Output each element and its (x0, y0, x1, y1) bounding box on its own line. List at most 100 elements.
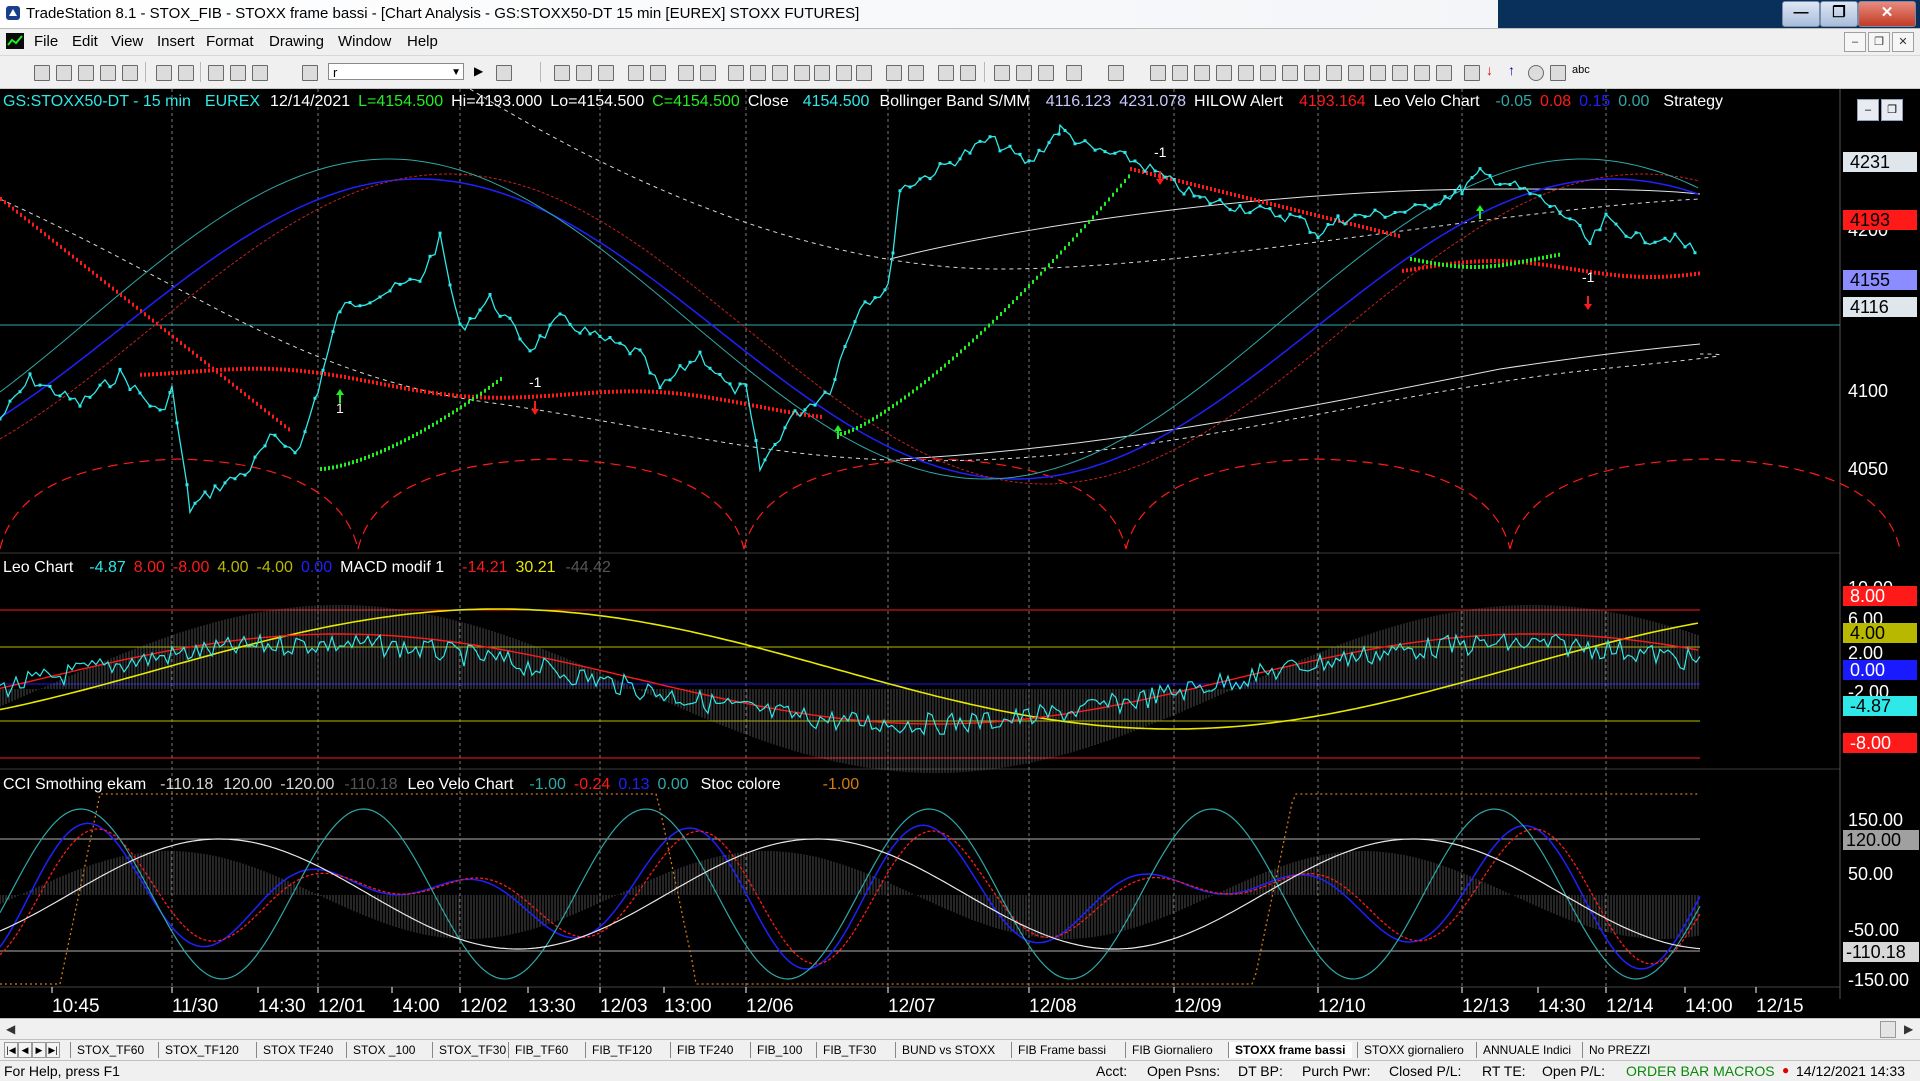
chart-style-icon[interactable] (230, 65, 246, 81)
ohlc-icon[interactable] (750, 65, 766, 81)
horizontal-scrollbar[interactable]: ◀ ▶ (0, 1018, 1920, 1039)
scroll-left-icon[interactable] (886, 65, 902, 81)
chart-svg[interactable]: 1-1-1-1425042004100405042314193415541161… (0, 89, 1920, 1019)
tab-fib-tf120[interactable]: FIB_TF120 (585, 1042, 658, 1058)
pen-icon[interactable] (1436, 65, 1452, 81)
tab-nav-0-icon[interactable]: |◀ (4, 1042, 18, 1058)
zoom-out-icon[interactable] (960, 65, 976, 81)
arrow-icon[interactable] (1370, 65, 1386, 81)
menu-help[interactable]: Help (407, 33, 438, 50)
scroll-left-arrow-icon[interactable]: ◀ (6, 1022, 15, 1036)
menu-format[interactable]: Format (206, 33, 254, 50)
tab-no-prezzi[interactable]: No PREZZI (1582, 1042, 1656, 1058)
globe-icon[interactable] (302, 65, 318, 81)
mdi-close-button[interactable]: ✕ (1892, 32, 1914, 52)
tick-icon[interactable] (814, 65, 830, 81)
bar-chart-icon[interactable] (728, 65, 744, 81)
scale-icon[interactable] (252, 65, 268, 81)
tab-stox-100[interactable]: STOX _100 (346, 1042, 421, 1058)
close-button[interactable]: ✕ (1858, 1, 1916, 27)
chart-restore-button[interactable]: ❐ (1881, 99, 1903, 121)
menu-drawing[interactable]: Drawing (269, 33, 324, 50)
channel-icon[interactable] (1216, 65, 1232, 81)
fibonacci-icon[interactable] (1238, 65, 1254, 81)
tab-stox-tf240[interactable]: STOX TF240 (256, 1042, 339, 1058)
horizontal-line-icon[interactable] (1194, 65, 1210, 81)
gann-icon[interactable] (1260, 65, 1276, 81)
tools-icon[interactable] (1066, 65, 1082, 81)
open-icon[interactable] (56, 65, 72, 81)
tab-fib-tf240[interactable]: FIB TF240 (670, 1042, 739, 1058)
drawing-icon[interactable] (1108, 65, 1124, 81)
angle-icon[interactable] (1348, 65, 1364, 81)
zoom-in-icon[interactable] (938, 65, 954, 81)
tab-fib-tf30[interactable]: FIB_TF30 (816, 1042, 882, 1058)
histogram-icon[interactable] (772, 65, 788, 81)
tab-bund-vs-stoxx[interactable]: BUND vs STOXX (895, 1042, 1001, 1058)
pointer-icon[interactable] (994, 65, 1010, 81)
maximize-button[interactable]: ❐ (1820, 1, 1858, 27)
arrow-down-icon[interactable]: ↓ (1486, 62, 1500, 78)
minimize-button[interactable]: — (1782, 1, 1820, 27)
regression-icon[interactable] (1326, 65, 1342, 81)
vertical-lines-icon[interactable] (1172, 65, 1188, 81)
rectangle-icon[interactable] (1550, 65, 1566, 81)
tab-nav-2-icon[interactable]: ▶ (32, 1042, 46, 1058)
chart-minimize-button[interactable]: – (1857, 99, 1879, 121)
speed-lines-icon[interactable] (1282, 65, 1298, 81)
scroll-right-icon[interactable] (908, 65, 924, 81)
tab-stoxx-giornaliero[interactable]: STOXX giornaliero (1357, 1042, 1470, 1058)
insert-indicator-icon[interactable] (598, 65, 614, 81)
print-icon[interactable] (178, 65, 194, 81)
insert-analysis-icon[interactable] (554, 65, 570, 81)
tab-fib-tf60[interactable]: FIB_TF60 (508, 1042, 574, 1058)
cycle-icon[interactable] (1414, 65, 1430, 81)
menu-view[interactable]: View (111, 33, 143, 50)
tab-stox-tf30[interactable]: STOX_TF30 (432, 1042, 512, 1058)
ellipse-icon[interactable] (1528, 65, 1544, 81)
scroll-thumb[interactable] (1880, 1021, 1896, 1038)
chart-doc-icon[interactable] (6, 33, 24, 49)
dot-icon[interactable] (856, 65, 872, 81)
new-icon[interactable] (34, 65, 50, 81)
scroll-right-arrow-icon[interactable]: ▶ (1904, 1022, 1913, 1036)
text-icon[interactable]: abc (1572, 64, 1590, 78)
tab-nav-3-icon[interactable]: ▶| (46, 1042, 60, 1058)
chart-analysis-window[interactable]: 1-1-1-1425042004100405042314193415541161… (0, 89, 1920, 1017)
insert-study-icon[interactable] (576, 65, 592, 81)
volume-icon[interactable] (794, 65, 810, 81)
tab-stox-tf60[interactable]: STOX_TF60 (70, 1042, 150, 1058)
menu-window[interactable]: Window (338, 33, 391, 50)
bar-type-icon[interactable] (628, 65, 644, 81)
folder-icon[interactable] (122, 65, 138, 81)
pitchfork-icon[interactable] (1304, 65, 1320, 81)
point-figure-icon[interactable] (700, 65, 716, 81)
arrow-up-icon[interactable]: ↑ (1508, 62, 1522, 78)
mdi-restore-button[interactable]: ❐ (1868, 32, 1890, 52)
tab-stoxx-frame-bassi[interactable]: STOXX frame bassi (1228, 1042, 1352, 1058)
tab-nav-1-icon[interactable]: ◀ (18, 1042, 32, 1058)
mdi-minimize-button[interactable]: – (1844, 32, 1866, 52)
curve-icon[interactable] (1464, 65, 1480, 81)
menu-insert[interactable]: Insert (157, 33, 195, 50)
chevron-down-icon[interactable]: ▼ (451, 64, 461, 81)
line-chart-icon[interactable] (836, 65, 852, 81)
tab-fib-giornaliero[interactable]: FIB Giornaliero (1125, 1042, 1219, 1058)
format-icon[interactable] (208, 65, 224, 81)
status-order-bar[interactable]: ORDER BAR MACROS (1626, 1063, 1775, 1079)
trendline-icon[interactable] (1150, 65, 1166, 81)
save-icon[interactable] (156, 65, 172, 81)
workspace-icon[interactable] (100, 65, 116, 81)
arc-icon[interactable] (1392, 65, 1408, 81)
candle-icon[interactable] (650, 65, 666, 81)
crosshair-icon[interactable] (1038, 65, 1054, 81)
symbol-combo[interactable]: r ▼ (328, 63, 464, 80)
menu-file[interactable]: File (34, 33, 58, 50)
play-icon[interactable]: ▶ (474, 64, 488, 78)
line-on-close-icon[interactable] (678, 65, 694, 81)
data-window-icon[interactable] (1016, 65, 1032, 81)
tab-annuale-indici[interactable]: ANNUALE Indici (1476, 1042, 1577, 1058)
find-symbol-icon[interactable] (496, 65, 512, 81)
tab-fib-frame-bassi[interactable]: FIB Frame bassi (1011, 1042, 1112, 1058)
menu-edit[interactable]: Edit (72, 33, 98, 50)
